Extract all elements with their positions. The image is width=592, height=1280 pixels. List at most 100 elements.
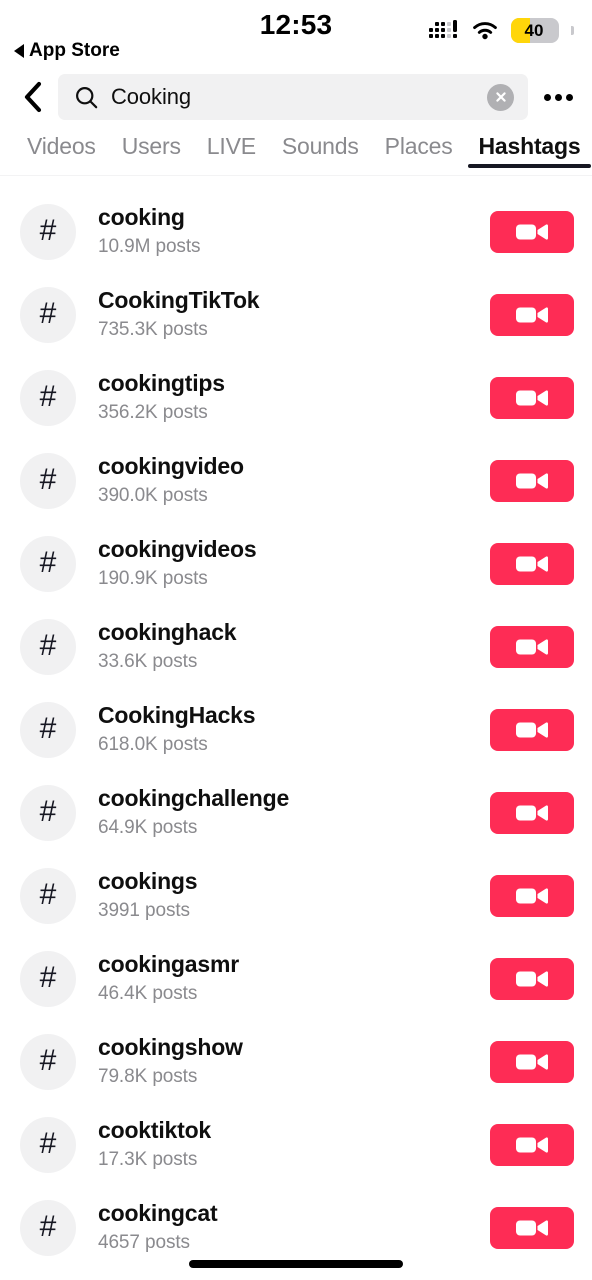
record-video-button[interactable]	[490, 874, 574, 917]
hashtag-post-count: 735.3K posts	[98, 318, 208, 340]
clear-search-button[interactable]	[487, 83, 514, 111]
hashtag-text-block: cookingasmr 46.4K posts	[76, 950, 490, 1007]
ellipsis-icon	[554, 93, 562, 101]
record-video-button[interactable]	[490, 1123, 574, 1166]
hashtag-result-row[interactable]: # cookingasmr 46.4K posts	[0, 937, 592, 1020]
tab-live[interactable]: LIVE	[194, 128, 269, 160]
hashtag-text-block: cookingvideo 390.0K posts	[76, 452, 490, 509]
hashtag-post-count: 190.9K posts	[98, 567, 208, 589]
status-bar: 12:53 App Store 40	[0, 0, 592, 66]
hashtag-avatar: #	[20, 286, 76, 343]
back-to-app-store-label: App Store	[29, 40, 120, 61]
hashtag-icon: #	[39, 1209, 57, 1243]
wifi-icon	[473, 21, 497, 39]
hashtag-name: cookingchallenge	[98, 784, 290, 811]
hashtag-avatar: #	[20, 1116, 76, 1173]
record-video-button[interactable]	[490, 791, 574, 834]
hashtag-result-row[interactable]: # cookingcat 4657 posts	[0, 1186, 592, 1269]
search-header: Cooking	[0, 66, 592, 128]
hashtag-text-block: cookingtips 356.2K posts	[76, 369, 490, 426]
app-screen: 12:53 App Store 40 Cooking Videos Users …	[0, 0, 592, 1280]
tab-users[interactable]: Users	[109, 128, 194, 160]
hashtag-avatar: #	[20, 867, 76, 924]
hashtag-text-block: cookings 3991 posts	[76, 867, 490, 924]
video-camera-icon	[516, 472, 548, 489]
hashtag-avatar: #	[20, 701, 76, 758]
ellipsis-icon	[543, 93, 551, 101]
hashtag-post-count: 64.9K posts	[98, 816, 198, 838]
back-to-app-store-link[interactable]: App Store	[14, 40, 120, 62]
hashtag-post-count: 3991 posts	[98, 899, 190, 921]
tab-sounds[interactable]: Sounds	[269, 128, 372, 160]
hashtag-result-row[interactable]: # cookingshow 79.8K posts	[0, 1020, 592, 1103]
status-indicators: 40	[429, 18, 574, 43]
hashtag-result-row[interactable]: # cookingtips 356.2K posts	[0, 356, 592, 439]
video-camera-icon	[516, 970, 548, 987]
record-video-button[interactable]	[490, 293, 574, 336]
hashtag-icon: #	[39, 1043, 57, 1077]
hashtag-text-block: cookinghack 33.6K posts	[76, 618, 490, 675]
record-video-button[interactable]	[490, 957, 574, 1000]
more-options-button[interactable]	[538, 77, 578, 117]
hashtag-avatar: #	[20, 950, 76, 1007]
tab-videos[interactable]: Videos	[14, 128, 109, 160]
video-camera-icon	[516, 555, 548, 572]
hashtag-post-count: 17.3K posts	[98, 1148, 198, 1170]
record-video-button[interactable]	[490, 210, 574, 253]
hashtag-post-count: 618.0K posts	[98, 733, 208, 755]
record-video-button[interactable]	[490, 625, 574, 668]
cellular-bars-icon	[429, 19, 457, 38]
hashtag-result-row[interactable]: # cookingvideos 190.9K posts	[0, 522, 592, 605]
hashtag-result-row[interactable]: # CookingHacks 618.0K posts	[0, 688, 592, 771]
hashtag-text-block: cookingcat 4657 posts	[76, 1199, 490, 1256]
hashtag-result-row[interactable]: # cookinghack 33.6K posts	[0, 605, 592, 688]
hashtag-avatar: #	[20, 784, 76, 841]
hashtag-post-count: 33.6K posts	[98, 650, 198, 672]
tabs-divider	[0, 175, 592, 176]
video-camera-icon	[516, 638, 548, 655]
tab-places[interactable]: Places	[372, 128, 466, 160]
hashtag-avatar: #	[20, 1033, 76, 1090]
video-camera-icon	[516, 721, 548, 738]
hashtag-name: cooktiktok	[98, 1116, 212, 1143]
chevron-left-icon	[24, 81, 42, 113]
hashtag-result-row[interactable]: # cookingchallenge 64.9K posts	[0, 771, 592, 854]
search-input-value[interactable]: Cooking	[111, 84, 475, 110]
record-video-button[interactable]	[490, 542, 574, 585]
hashtag-result-row[interactable]: # cooking 10.9M posts	[0, 190, 592, 273]
record-video-button[interactable]	[490, 1206, 574, 1249]
search-input[interactable]: Cooking	[58, 74, 528, 120]
hashtag-text-block: cooktiktok 17.3K posts	[76, 1116, 490, 1173]
hashtag-icon: #	[39, 462, 57, 496]
hashtag-text-block: cooking 10.9M posts	[76, 203, 490, 260]
hashtag-name: cookinghack	[98, 618, 237, 645]
record-video-button[interactable]	[490, 376, 574, 419]
hashtag-result-row[interactable]: # CookingTikTok 735.3K posts	[0, 273, 592, 356]
triangle-left-icon	[14, 44, 24, 58]
back-button[interactable]	[18, 79, 48, 115]
search-result-tabs: Videos Users LIVE Sounds Places Hashtags	[0, 128, 592, 178]
record-video-button[interactable]	[490, 459, 574, 502]
hashtag-result-row[interactable]: # cooktiktok 17.3K posts	[0, 1103, 592, 1186]
hashtag-post-count: 79.8K posts	[98, 1065, 198, 1087]
hashtag-name: CookingTikTok	[98, 286, 260, 313]
hashtag-icon: #	[39, 213, 57, 247]
hashtag-text-block: cookingchallenge 64.9K posts	[76, 784, 490, 841]
tab-hashtags[interactable]: Hashtags	[466, 128, 592, 168]
hashtag-icon: #	[39, 628, 57, 662]
video-camera-icon	[516, 1136, 548, 1153]
hashtag-result-row[interactable]: # cookings 3991 posts	[0, 854, 592, 937]
battery-indicator: 40	[511, 18, 559, 43]
hashtag-icon: #	[39, 1126, 57, 1160]
record-video-button[interactable]	[490, 708, 574, 751]
hashtag-name: cooking	[98, 203, 185, 230]
hashtag-text-block: CookingTikTok 735.3K posts	[76, 286, 490, 343]
home-indicator[interactable]	[189, 1260, 403, 1268]
hashtag-icon: #	[39, 379, 57, 413]
hashtag-name: cookingvideos	[98, 535, 257, 562]
record-video-button[interactable]	[490, 1040, 574, 1083]
hashtag-avatar: #	[20, 618, 76, 675]
hashtag-post-count: 46.4K posts	[98, 982, 198, 1004]
hashtag-result-row[interactable]: # cookingvideo 390.0K posts	[0, 439, 592, 522]
hashtag-icon: #	[39, 711, 57, 745]
